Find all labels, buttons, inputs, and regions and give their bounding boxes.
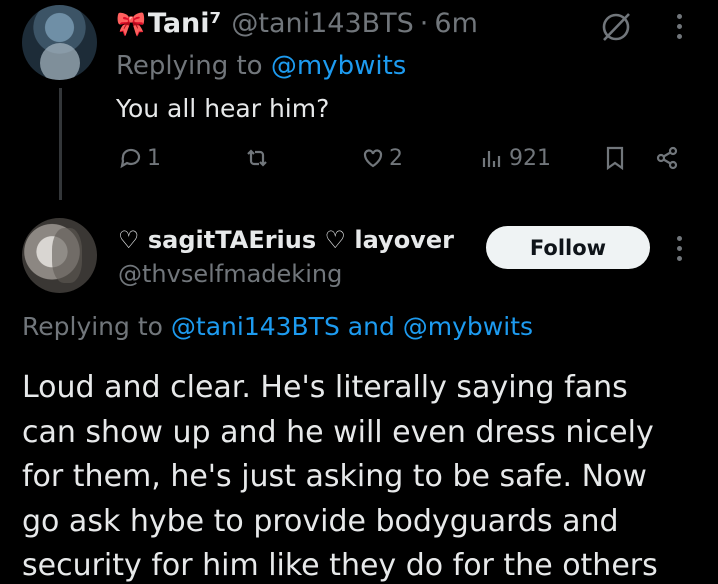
display-name[interactable]: ♡ sagitTAErius ♡ layover xyxy=(118,226,454,254)
separator: · xyxy=(419,8,429,39)
reply-author-row: 🎀 Tani⁷ @tani143BTS · 6m xyxy=(116,8,478,39)
timestamp[interactable]: 6m xyxy=(434,8,477,39)
bookmark-button[interactable] xyxy=(602,145,628,171)
tweet-text-line: Loud and clear. He's literally saying fa… xyxy=(22,370,628,405)
action-bar: 1 2 921 xyxy=(116,145,684,175)
retweet-icon xyxy=(247,149,267,167)
views-button[interactable]: 921 xyxy=(480,145,551,171)
replying-to-line: Replying to @mybwits xyxy=(116,51,407,81)
mention-link[interactable]: @mybwits xyxy=(403,312,533,341)
tweet-text-line: go ask hybe to provide bodyguards and xyxy=(22,503,619,539)
share-button[interactable] xyxy=(654,145,680,171)
reply-button[interactable]: 1 xyxy=(118,145,161,171)
tweet-text: Loud and clear. He's literally saying fa… xyxy=(22,366,702,584)
follow-button[interactable]: Follow xyxy=(486,226,650,269)
more-vertical-icon[interactable] xyxy=(677,14,685,44)
like-button[interactable]: 2 xyxy=(360,145,403,171)
handle[interactable]: @thvselfmadeking xyxy=(118,260,342,288)
tweet-text-line: can show up and he will even dress nicel… xyxy=(22,414,654,450)
views-bar-icon xyxy=(482,151,501,167)
tweet-text: You all hear him? xyxy=(116,94,330,123)
ribbon-bow-icon: 🎀 xyxy=(116,10,146,38)
avatar[interactable] xyxy=(22,218,97,293)
tweet-text-line: for them, he's just asking to be safe. N… xyxy=(22,459,647,494)
mention-link[interactable]: @mybwits xyxy=(271,51,406,81)
more-vertical-icon[interactable] xyxy=(677,236,685,266)
handle[interactable]: @tani143BTS xyxy=(231,8,413,39)
reply-count: 1 xyxy=(147,145,161,171)
share-icon xyxy=(656,146,678,170)
views-count: 921 xyxy=(509,145,551,171)
mention-link[interactable]: @tani143BTS xyxy=(171,312,340,341)
replying-to-line: Replying to @tani143BTS and @mybwits xyxy=(22,312,534,341)
avatar[interactable] xyxy=(22,5,97,80)
grok-icon[interactable] xyxy=(598,9,634,45)
reply-icon xyxy=(120,148,141,169)
like-count: 2 xyxy=(389,145,403,171)
retweet-button[interactable] xyxy=(244,145,273,171)
bookmark-icon xyxy=(606,146,624,171)
tweet-text-line: security for him like they do for the ot… xyxy=(22,548,658,583)
heart-icon xyxy=(363,149,383,168)
display-name[interactable]: Tani⁷ xyxy=(148,8,221,39)
thread-connector-line xyxy=(59,88,62,200)
